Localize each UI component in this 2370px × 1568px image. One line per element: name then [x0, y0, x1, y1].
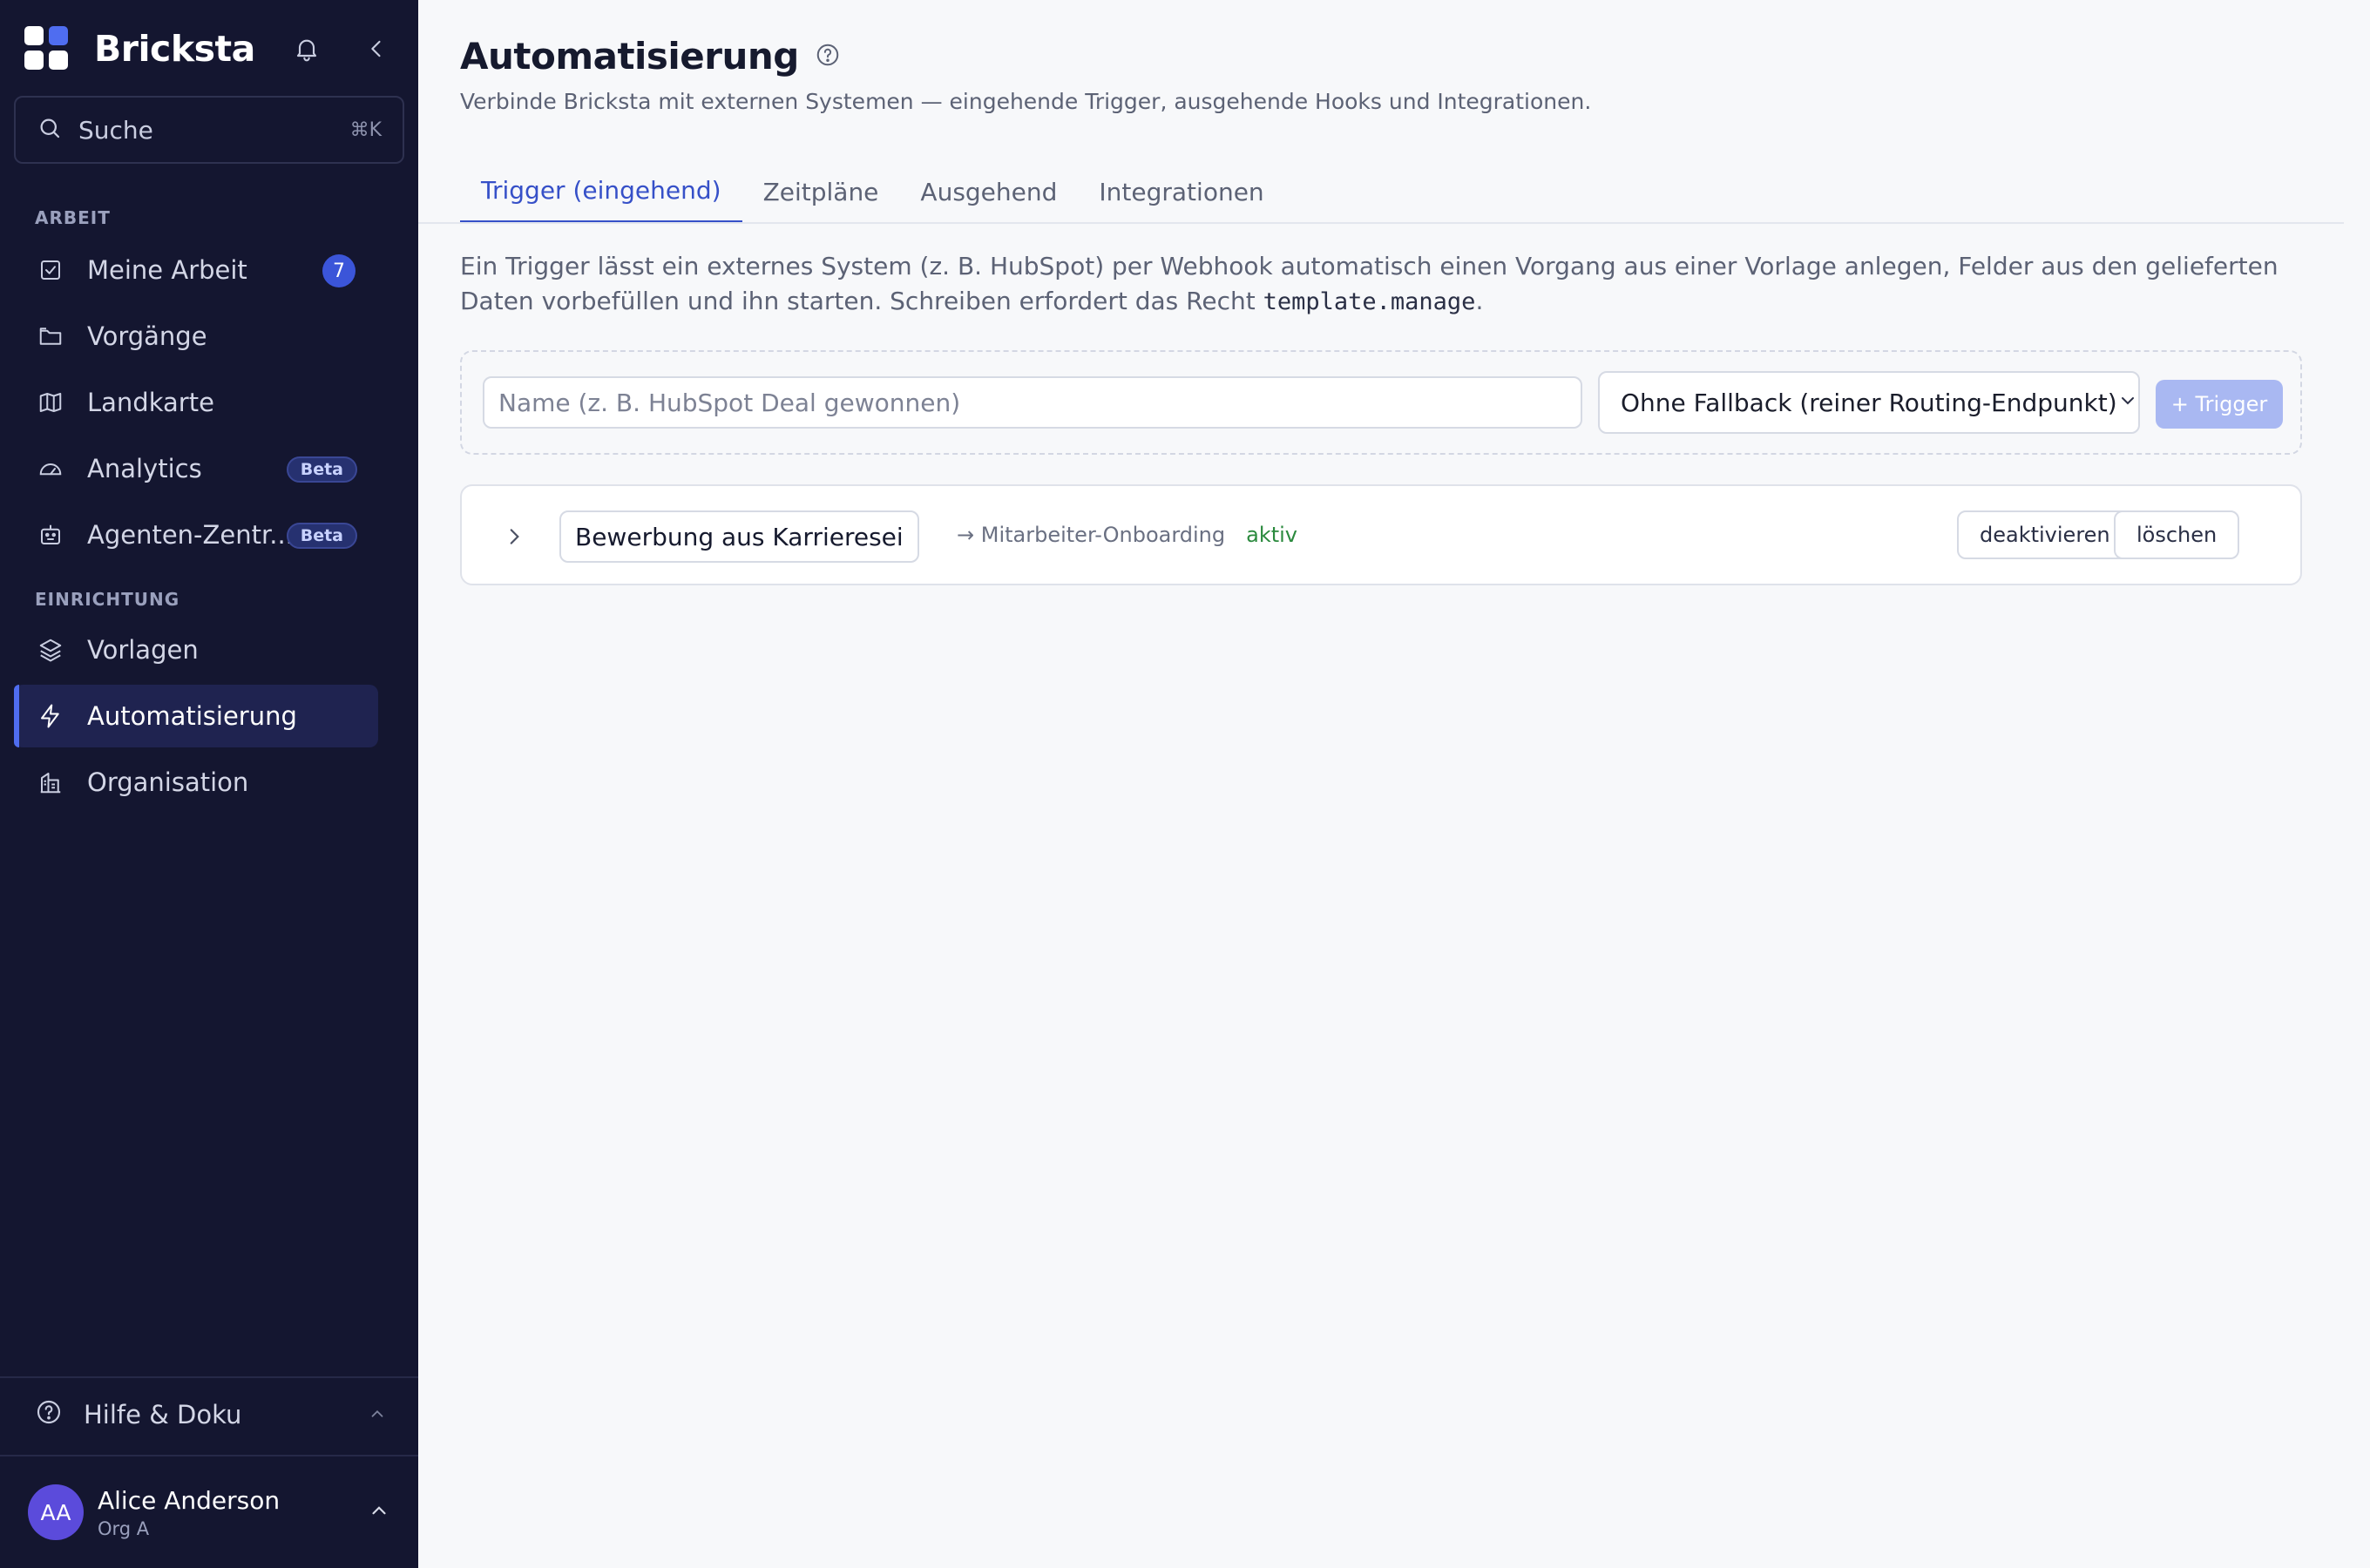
main-content: Automatisierung Verbinde Bricksta mit ex… [418, 0, 2370, 1568]
building-icon [35, 767, 66, 798]
beta-badge: Beta [286, 456, 357, 483]
gauge-icon [35, 453, 66, 484]
sidebar-item-label: Analytics [87, 454, 202, 483]
checkbox-icon [35, 254, 66, 286]
permission-code: template.manage [1263, 288, 1476, 315]
section-label-setup: EINRICHTUNG [35, 589, 180, 610]
search-label: Suche [78, 115, 153, 145]
map-icon [35, 387, 66, 418]
brand-row: Bricksta [24, 24, 394, 73]
trigger-meta: → Mitarbeiter-Onboarding aktiv [957, 523, 1297, 547]
sidebar-item-label: Landkarte [87, 388, 214, 417]
help-circle-icon[interactable] [815, 42, 841, 71]
robot-icon [35, 519, 66, 551]
sidebar-item-my-work[interactable]: Meine Arbeit 7 [14, 239, 378, 301]
sidebar-item-label: Vorgänge [87, 321, 207, 351]
section-label-work: ARBEIT [35, 207, 111, 228]
sidebar-divider [0, 1455, 418, 1456]
sidebar-item-label: Meine Arbeit [87, 255, 247, 285]
sidebar-item-label: Vorlagen [87, 635, 199, 665]
create-trigger-panel: Ohne Fallback (reiner Routing-Endpunkt) … [460, 350, 2302, 455]
tab-integrations[interactable]: Integrationen [1078, 160, 1284, 223]
bricksta-logo[interactable] [24, 26, 70, 71]
chevron-down-icon [2117, 389, 2138, 417]
help-and-docs[interactable]: Hilfe & Doku [14, 1383, 404, 1446]
search-shortcut: ⌘K [349, 118, 382, 141]
sidebar-item-organisation[interactable]: Organisation [14, 751, 378, 814]
sidebar-item-label: Agenten-Zentr... [87, 520, 294, 550]
trigger-name-input[interactable] [483, 376, 1582, 429]
user-org: Org A [98, 1517, 150, 1539]
trigger-description: Ein Trigger lässt ein externes System (z… [460, 249, 2360, 320]
chevron-right-icon[interactable] [497, 519, 532, 554]
sidebar-item-cases[interactable]: Vorgänge [14, 305, 378, 368]
trigger-row: Bewerbung aus Karrieresei → Mitarbeiter-… [460, 484, 2302, 585]
collapse-sidebar-icon[interactable] [359, 31, 394, 66]
fallback-select-value: Ohne Fallback (reiner Routing-Endpunkt) [1621, 388, 2117, 417]
add-trigger-button[interactable]: + Trigger [2156, 380, 2283, 429]
tab-divider [418, 222, 2344, 224]
user-menu[interactable]: AA Alice Anderson Org A [28, 1481, 397, 1544]
chevron-up-icon [368, 1499, 390, 1525]
trigger-name-field[interactable]: Bewerbung aus Karrieresei [559, 510, 919, 563]
avatar: AA [28, 1484, 84, 1540]
page-subtitle: Verbinde Bricksta mit externen Systemen … [460, 89, 1592, 114]
page-header: Automatisierung [460, 35, 841, 78]
sidebar-item-analytics[interactable]: Analytics Beta [14, 437, 378, 500]
sidebar-item-automation[interactable]: Automatisierung [14, 685, 378, 747]
status-badge: aktiv [1246, 523, 1298, 547]
delete-button[interactable]: löschen [2114, 510, 2240, 559]
brand-name: Bricksta [94, 28, 255, 70]
tab-outgoing[interactable]: Ausgehend [899, 160, 1078, 223]
search-icon [37, 115, 63, 145]
tab-bar: Trigger (eingehend) Zeitpläne Ausgehend … [460, 160, 1285, 223]
count-badge: 7 [322, 254, 356, 287]
tab-triggers-incoming[interactable]: Trigger (eingehend) [460, 160, 742, 223]
tab-schedules[interactable]: Zeitpläne [742, 160, 900, 223]
help-circle-icon [35, 1398, 63, 1432]
trigger-target-template: → Mitarbeiter-Onboarding [957, 523, 1226, 547]
layers-icon [35, 634, 66, 666]
fallback-select[interactable]: Ohne Fallback (reiner Routing-Endpunkt) [1598, 371, 2140, 434]
search-input[interactable]: Suche ⌘K [14, 96, 404, 164]
deactivate-button[interactable]: deaktivieren [1957, 510, 2133, 559]
sidebar-item-agent-center[interactable]: Agenten-Zentr... Beta [14, 504, 378, 566]
sidebar-item-map[interactable]: Landkarte [14, 371, 378, 434]
description-end: . [1475, 287, 1484, 315]
help-label: Hilfe & Doku [84, 1400, 242, 1429]
sidebar-divider [0, 1376, 418, 1378]
beta-badge: Beta [286, 523, 357, 549]
user-name: Alice Anderson [98, 1485, 281, 1515]
folder-icon [35, 321, 66, 352]
chevron-up-icon [368, 1400, 387, 1429]
page-title: Automatisierung [460, 35, 799, 78]
sidebar-item-label: Automatisierung [87, 701, 297, 731]
sidebar-item-label: Organisation [87, 767, 249, 797]
sidebar-item-templates[interactable]: Vorlagen [14, 618, 378, 681]
lightning-icon [35, 700, 66, 732]
sidebar: Bricksta Suche ⌘K ARBEIT Meine Arbeit 7 … [0, 0, 418, 1568]
bell-icon[interactable] [289, 31, 324, 66]
